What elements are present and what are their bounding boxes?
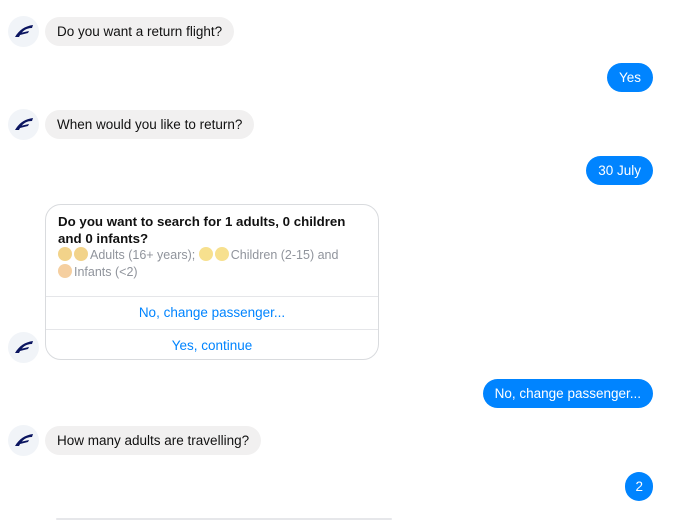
reply-change-passenger: No, change passenger... (482, 379, 653, 408)
message-adults-count: How many adults are travelling? (45, 426, 262, 455)
finnair-logo-icon (15, 25, 33, 37)
reply-date: 30 July (586, 156, 653, 185)
finnair-logo-icon (15, 118, 33, 130)
message-return-date: When would you like to return? (45, 110, 255, 139)
subtitle-children: Children (2-15) and (230, 248, 339, 262)
bot-avatar (8, 332, 39, 363)
message-return-flight: Do you want a return flight? (45, 17, 235, 46)
card-title: Do you want to search for 1 adults, 0 ch… (58, 214, 346, 246)
subtitle-adults: Adults (16+ years); (90, 248, 196, 262)
change-passenger-button[interactable]: No, change passenger... (46, 296, 378, 329)
next-card-edge (56, 518, 392, 520)
subtitle-infants: Infants (<2) (74, 265, 138, 279)
child-emoji-icon (198, 247, 213, 261)
bot-avatar (8, 109, 39, 140)
adult-emoji-icon (58, 247, 72, 261)
child-emoji-icon (214, 247, 229, 261)
finnair-logo-icon (15, 434, 33, 446)
reply-count: 2 (625, 472, 653, 501)
card-body: Do you want to search for 1 adults, 0 ch… (46, 205, 378, 296)
bot-avatar (8, 425, 39, 456)
bot-avatar (8, 16, 39, 47)
card-subtitle: Adults (16+ years); Children (2-15) and … (58, 247, 366, 281)
adult-emoji-icon (74, 247, 88, 261)
finnair-logo-icon (15, 341, 33, 353)
passenger-confirm-card: Do you want to search for 1 adults, 0 ch… (45, 204, 379, 360)
continue-button[interactable]: Yes, continue (46, 329, 378, 359)
reply-yes: Yes (606, 63, 653, 92)
baby-emoji-icon (58, 264, 72, 278)
